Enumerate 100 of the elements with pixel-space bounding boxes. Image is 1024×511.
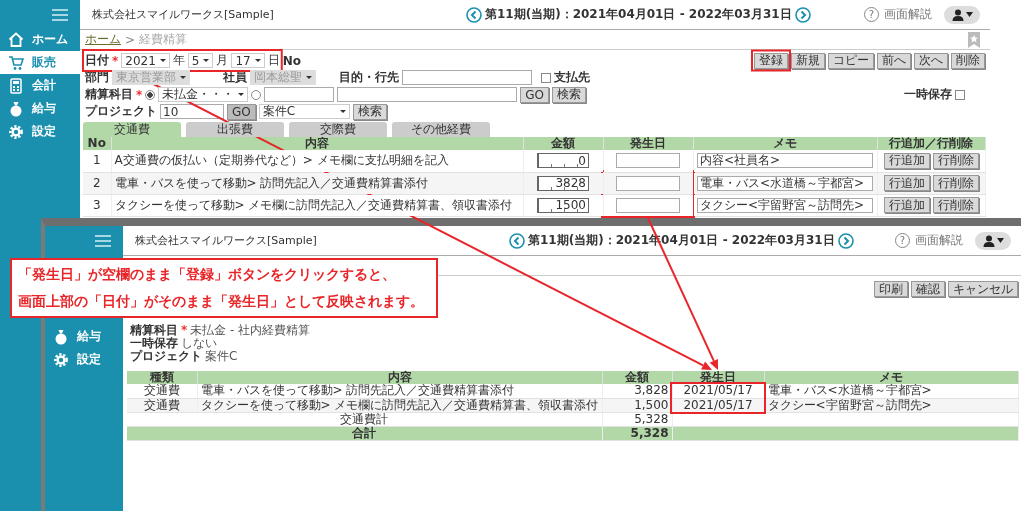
caret-icon xyxy=(203,59,210,62)
previous-icon[interactable] xyxy=(509,232,525,249)
field-value: 案件C xyxy=(205,350,238,363)
column-header: 行追加／行削除 xyxy=(877,137,985,150)
user-menu-button[interactable] xyxy=(944,5,980,24)
field-label: 一時保存 xyxy=(904,86,952,103)
dropdown[interactable]: 5 xyxy=(187,53,214,68)
column-header: No xyxy=(83,137,111,150)
text-field[interactable] xyxy=(337,87,518,102)
breadcrumb-link[interactable]: ホーム xyxy=(85,31,121,48)
person-icon xyxy=(951,8,964,21)
help-link[interactable]: 画面解説 xyxy=(884,6,932,23)
go-button[interactable]: GO xyxy=(227,103,256,120)
field-value: しない xyxy=(181,337,217,350)
caret-icon xyxy=(238,93,245,96)
cart-icon xyxy=(8,54,24,71)
dropdown[interactable]: 案件C xyxy=(258,104,350,119)
field-label: 日付 xyxy=(85,52,109,69)
sidebar-item[interactable]: 販売 xyxy=(0,51,80,74)
caret-icon xyxy=(254,59,261,62)
text-field[interactable]: 3828 xyxy=(537,175,589,191)
delete-row-button[interactable]: 行削除 xyxy=(932,175,979,191)
search-button[interactable]: 検索 xyxy=(552,86,587,103)
delete-row-button[interactable]: 行削除 xyxy=(932,152,979,169)
text-field[interactable] xyxy=(616,175,680,191)
dropdown[interactable]: 17 xyxy=(231,53,265,68)
tab[interactable]: 交際費 xyxy=(289,122,387,137)
text-field[interactable]: 1500 xyxy=(537,197,589,213)
radio-button[interactable] xyxy=(145,89,156,100)
next-icon[interactable] xyxy=(837,232,854,249)
bookmark-icon[interactable] xyxy=(968,31,980,48)
column-header: 発生日 xyxy=(603,137,693,150)
highlight-box xyxy=(751,49,791,72)
caret-icon xyxy=(306,76,312,79)
toolbar-button[interactable]: 確認 xyxy=(911,281,945,297)
callout-text: 画面上部の「日付」がそのまま「発生日」として反映されます。 xyxy=(18,292,425,311)
delete-row-button[interactable]: 行削除 xyxy=(932,197,979,213)
toolbar-button[interactable]: キャンセル xyxy=(948,281,1018,297)
text-field[interactable]: 内容<社員名> xyxy=(697,153,873,169)
gear-icon xyxy=(53,351,69,368)
table-cell: 2021/05/17 xyxy=(672,384,764,398)
dropdown[interactable]: 未払金・・・ xyxy=(158,87,249,102)
company-name: 株式会社スマイルワークス[Sample] xyxy=(135,233,318,248)
field-label: 精算科目 xyxy=(85,86,133,103)
user-menu-button[interactable] xyxy=(975,231,1011,250)
home-icon xyxy=(8,31,24,48)
caret-icon xyxy=(159,59,166,62)
toolbar-button[interactable]: コピー xyxy=(828,52,874,69)
menu-icon[interactable] xyxy=(52,8,68,22)
checkbox[interactable] xyxy=(955,89,965,100)
sidebar-item[interactable]: 設定 xyxy=(0,120,80,143)
field-label: 支払先 xyxy=(554,69,590,86)
sidebar-item[interactable]: 給与 xyxy=(45,325,123,348)
checkbox[interactable] xyxy=(541,72,551,83)
add-row-button[interactable]: 行追加 xyxy=(883,197,930,213)
search-button[interactable]: 検索 xyxy=(352,103,387,120)
table-cell: 交通費 xyxy=(127,384,197,398)
toolbar-button[interactable]: 印刷 xyxy=(874,281,908,297)
help-link[interactable]: 画面解説 xyxy=(915,232,963,249)
tab[interactable]: 出張費 xyxy=(186,122,284,137)
required-mark: * xyxy=(136,87,143,102)
table-cell: 3 xyxy=(83,194,111,216)
toolbar-button[interactable]: 新規 xyxy=(791,52,825,69)
caret-icon xyxy=(180,76,186,79)
next-icon[interactable] xyxy=(794,6,811,23)
dropdown[interactable]: 2021 xyxy=(121,53,170,68)
previous-icon[interactable] xyxy=(466,6,482,23)
table-cell: 電車・バスを使って移動> 訪問先記入／交通費精算書添付 xyxy=(111,172,523,194)
text-field[interactable] xyxy=(616,153,680,169)
table-cell: A交通費の仮払い（定期券代など）> メモ欄に支払明細を記入 xyxy=(111,150,523,172)
add-row-button[interactable]: 行追加 xyxy=(883,175,930,191)
table-cell: タクシーを使って移動> メモ欄に訪問先記入／交通費精算書、領収書添付 xyxy=(111,194,523,216)
sidebar-item[interactable]: 給与 xyxy=(0,97,80,120)
field-label: プロジェクト xyxy=(85,103,157,120)
sidebar-item[interactable]: ホーム xyxy=(0,28,80,51)
toolbar-button[interactable]: 登録 xyxy=(754,52,788,69)
text-field[interactable] xyxy=(402,70,532,85)
toolbar-button[interactable]: 削除 xyxy=(951,52,985,69)
column-header: メモ xyxy=(764,371,1018,384)
sidebar-item[interactable]: 会計 xyxy=(0,74,80,97)
text-field[interactable]: タクシー<宇留野宮～訪問先> xyxy=(697,197,873,213)
sidebar-item[interactable]: 設定 xyxy=(45,348,123,371)
toolbar-button[interactable]: 前へ xyxy=(877,52,911,69)
go-button[interactable]: GO xyxy=(520,86,550,103)
radio-button[interactable] xyxy=(251,89,262,100)
toolbar-button[interactable]: 次へ xyxy=(914,52,948,69)
text-field[interactable]: 電車・バス<水道橋～宇都宮> xyxy=(697,175,873,191)
field-value: 未払金 - 社内経費精算 xyxy=(190,324,311,337)
person-icon xyxy=(982,234,995,247)
tab[interactable]: 交通費 xyxy=(83,122,181,137)
text-field[interactable]: 0 xyxy=(537,153,589,169)
text-field[interactable] xyxy=(264,87,335,102)
menu-icon[interactable] xyxy=(95,234,111,248)
money-bag-icon xyxy=(8,100,24,117)
add-row-button[interactable]: 行追加 xyxy=(883,152,930,169)
tab[interactable]: その他経費 xyxy=(392,122,490,137)
field-label: 目的・行先 xyxy=(339,69,399,86)
text-field[interactable] xyxy=(616,197,680,213)
text-field[interactable]: 10 xyxy=(160,104,224,119)
caret-icon xyxy=(965,12,973,17)
